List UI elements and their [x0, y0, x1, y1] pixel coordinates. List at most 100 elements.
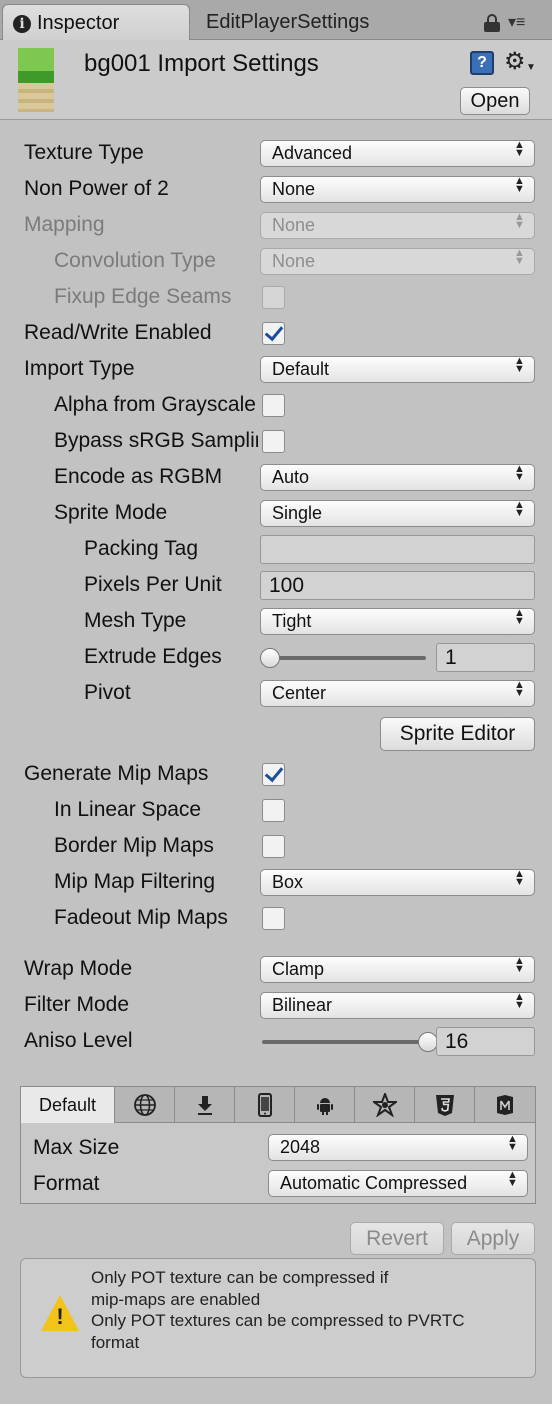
mesh-type-label: Mesh Type [84, 609, 187, 632]
filter-mode-dropdown[interactable]: Bilinear ▲ ▼ [260, 992, 535, 1019]
convolution-type-label: Convolution Type [54, 249, 216, 272]
globe-icon [133, 1094, 156, 1116]
sprite-mode-label: Sprite Mode [54, 501, 168, 524]
pivot-dropdown[interactable]: Center ▲ ▼ [260, 680, 535, 707]
mip-map-filtering-dropdown[interactable]: Box ▲ ▼ [260, 869, 535, 896]
apply-button[interactable]: Apply [451, 1222, 535, 1255]
dropdown-arrows-icon: ▲ ▼ [514, 356, 525, 375]
wrap-mode-dropdown[interactable]: Clamp ▲ ▼ [260, 956, 535, 983]
warning-line: Only POT textures can be compressed to P… [91, 1311, 465, 1330]
import-settings-header: bg001 Import Settings ? ⚙ ▼ Open [0, 40, 552, 120]
dropdown-arrows-icon: ▲ ▼ [514, 140, 525, 159]
mapping-dropdown: None ▲ ▼ [260, 212, 535, 239]
revert-button[interactable]: Revert [350, 1222, 444, 1255]
extrude-edges-slider-thumb[interactable] [260, 648, 280, 668]
lock-icon[interactable] [484, 14, 500, 32]
extrude-edges-slider-track[interactable] [262, 656, 426, 660]
row-filter-mode: Filter Mode Bilinear ▲ ▼ [0, 987, 552, 1023]
row-pixels-per-unit: Pixels Per Unit 100 [0, 567, 552, 603]
format-dropdown[interactable]: Automatic Compressed ▲ ▼ [268, 1170, 528, 1197]
download-icon [197, 1096, 212, 1115]
dropdown-arrows-icon: ▲ ▼ [514, 176, 525, 195]
pivot-value: Center [272, 683, 327, 703]
format-label: Format [33, 1172, 100, 1195]
filter-mode-value: Bilinear [272, 995, 333, 1015]
dropdown-arrows-icon: ▲ ▼ [514, 992, 525, 1011]
row-mip-map-filtering: Mip Map Filtering Box ▲ ▼ [0, 864, 552, 900]
convolution-type-value: None [272, 251, 316, 271]
generate-mip-maps-label: Generate Mip Maps [24, 762, 209, 785]
tab-inspector[interactable]: i Inspector [2, 4, 190, 40]
blackberry-icon [372, 1093, 397, 1117]
sprite-mode-value: Single [272, 503, 323, 523]
row-generate-mip-maps: Generate Mip Maps [0, 756, 552, 792]
row-extrude-edges: Extrude Edges 1 [0, 639, 552, 675]
page-title: bg001 Import Settings [84, 50, 319, 77]
row-in-linear-space: In Linear Space [0, 792, 552, 828]
row-convolution-type: Convolution Type None ▲ ▼ [0, 243, 552, 279]
in-linear-space-checkbox[interactable] [262, 799, 285, 822]
platform-tab-ios[interactable] [235, 1087, 295, 1123]
platform-tab-webgl[interactable] [415, 1087, 475, 1123]
platform-settings-panel: Default Max Size 2048 ▲ ▼ Format Automatic… [20, 1086, 536, 1204]
open-button[interactable]: Open [460, 87, 530, 115]
sprite-editor-button[interactable]: Sprite Editor [380, 717, 535, 751]
platform-tab-windows-store[interactable] [475, 1087, 535, 1123]
texture-type-dropdown[interactable]: Advanced ▲ ▼ [260, 140, 535, 167]
tab-edit-player-settings[interactable]: EditPlayerSettings [192, 4, 382, 40]
max-size-dropdown[interactable]: 2048 ▲ ▼ [268, 1134, 528, 1161]
aniso-level-field[interactable]: 16 [436, 1027, 535, 1056]
non-power-of-2-label: Non Power of 2 [24, 177, 169, 200]
pivot-label: Pivot [84, 681, 131, 704]
encode-rgbm-label: Encode as RGBM [54, 465, 223, 488]
border-mip-maps-checkbox[interactable] [262, 835, 285, 858]
dropdown-arrows-icon: ▲ ▼ [514, 212, 525, 231]
mesh-type-dropdown[interactable]: Tight ▲ ▼ [260, 608, 535, 635]
row-sprite-mode: Sprite Mode Single ▲ ▼ [0, 495, 552, 531]
dropdown-arrows-icon: ▲ ▼ [514, 500, 525, 519]
mapping-value: None [272, 215, 316, 235]
fadeout-mip-maps-label: Fadeout Mip Maps [54, 906, 228, 929]
packing-tag-field[interactable] [260, 535, 535, 564]
phone-icon [257, 1093, 272, 1117]
warning-line: Only POT texture can be compressed if [91, 1268, 389, 1287]
dropdown-arrows-icon: ▲ ▼ [514, 464, 525, 483]
format-value: Automatic Compressed [280, 1173, 468, 1193]
tab-menu-icon[interactable]: ▾≡ [508, 13, 542, 33]
in-linear-space-label: In Linear Space [54, 798, 202, 821]
aniso-level-label: Aniso Level [24, 1029, 133, 1052]
aniso-level-slider-thumb[interactable] [418, 1032, 438, 1052]
gear-icon[interactable]: ⚙ [504, 48, 526, 76]
platform-tab-android[interactable] [295, 1087, 355, 1123]
platform-tab-web[interactable] [115, 1087, 175, 1123]
non-power-of-2-value: None [272, 179, 316, 199]
fadeout-mip-maps-checkbox[interactable] [262, 907, 285, 930]
warning-line: mip-maps are enabled [91, 1289, 261, 1309]
encode-rgbm-dropdown[interactable]: Auto ▲ ▼ [260, 464, 535, 491]
mip-map-filtering-value: Box [272, 872, 304, 892]
android-icon [316, 1098, 333, 1115]
non-power-of-2-dropdown[interactable]: None ▲ ▼ [260, 176, 535, 203]
platform-tab-default[interactable]: Default [21, 1087, 115, 1123]
fixup-edge-seams-label: Fixup Edge Seams [54, 285, 232, 308]
sprite-mode-dropdown[interactable]: Single ▲ ▼ [260, 500, 535, 527]
wrap-mode-label: Wrap Mode [24, 957, 133, 980]
tab-bar: i Inspector EditPlayerSettings ▾≡ [0, 0, 552, 40]
extrude-edges-field[interactable]: 1 [436, 643, 535, 672]
platform-tab-blackberry[interactable] [355, 1087, 415, 1123]
pixels-per-unit-label: Pixels Per Unit [84, 573, 222, 596]
texture-thumbnail [18, 48, 54, 112]
alpha-from-grayscale-checkbox[interactable] [262, 394, 285, 417]
pixels-per-unit-field[interactable]: 100 [260, 571, 535, 600]
aniso-level-slider-track[interactable] [262, 1040, 426, 1044]
bypass-srgb-checkbox[interactable] [262, 430, 285, 453]
warning-box: ! Only POT texture can be compressed if … [20, 1258, 536, 1378]
row-mapping: Mapping None ▲ ▼ [0, 207, 552, 243]
generate-mip-maps-checkbox[interactable] [262, 763, 285, 786]
platform-tab-standalone[interactable] [175, 1087, 235, 1123]
import-type-value: Default [272, 359, 330, 379]
help-book-icon[interactable]: ? [470, 51, 494, 75]
row-texture-type: Texture Type Advanced ▲ ▼ [0, 135, 552, 171]
read-write-enabled-checkbox[interactable] [262, 322, 285, 345]
import-type-dropdown[interactable]: Default ▲ ▼ [260, 356, 535, 383]
